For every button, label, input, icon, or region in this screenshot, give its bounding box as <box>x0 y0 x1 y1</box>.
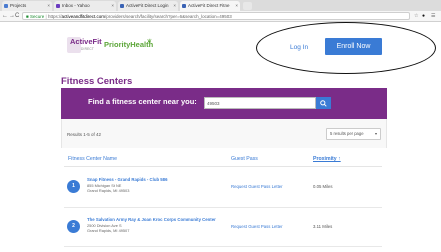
star-icon[interactable]: ☆ <box>414 13 418 20</box>
browser-address-bar: ← → C ■ Secure | https://activeandfitdir… <box>0 11 441 22</box>
circle-icon[interactable]: ● <box>422 13 425 20</box>
tab-favicon-icon <box>120 4 124 8</box>
row-divider <box>64 207 382 208</box>
fitness-center-name-link[interactable]: The Salvation Army Ray & Joan Kroc Corps… <box>87 217 216 222</box>
address-line: Grand Rapids, MI 49503 <box>87 188 130 193</box>
per-page-value: 5 results per page <box>330 131 364 136</box>
result-number-badge: 2 <box>67 220 80 233</box>
column-header-guest-pass[interactable]: Guest Pass <box>231 156 258 162</box>
activefit-logo[interactable]: ActiveFit <box>70 37 102 47</box>
results-count: Results 1-5 of 42 <box>67 132 102 137</box>
tab-label: ActiveFit Direct Login <box>126 3 169 8</box>
zip-search-input[interactable] <box>204 97 316 109</box>
search-icon <box>320 100 327 107</box>
leaf-icon: ❦ <box>147 39 153 45</box>
fitness-center-name-link[interactable]: Snap Fitness - Grand Rapids - Club 586 <box>87 177 167 182</box>
results-per-page-select[interactable]: 5 results per page ▾ <box>326 128 381 140</box>
url-host: activeandfitdirect.com <box>61 14 105 19</box>
close-tab-icon[interactable]: × <box>47 1 50 11</box>
tab-label: ActiveFit Direct Fitne <box>188 3 230 8</box>
logo-tagline: DIRECT <box>81 47 95 51</box>
new-tab-button[interactable] <box>243 2 252 10</box>
row-divider <box>64 246 382 247</box>
url-protocol: https:// <box>47 14 62 19</box>
browser-tab-active[interactable]: ActiveFit Direct Fitne × <box>180 1 240 11</box>
reload-icon[interactable]: C <box>15 12 19 21</box>
tab-favicon-icon <box>4 4 8 8</box>
enroll-now-button[interactable]: Enroll Now <box>325 38 382 55</box>
distance-value: 3.11 Miles <box>313 224 333 229</box>
chevron-down-icon: ▾ <box>374 131 377 136</box>
menu-icon[interactable]: ☰ <box>431 13 435 20</box>
url-input[interactable]: ■ Secure | https://activeandfitdirect.co… <box>22 12 410 20</box>
tab-favicon-icon <box>56 4 60 8</box>
page-title: Fitness Centers <box>61 76 133 87</box>
close-tab-icon[interactable]: × <box>235 1 238 11</box>
browser-tab[interactable]: ActiveFit Direct Login × <box>118 1 178 11</box>
tab-favicon-icon <box>182 4 186 8</box>
search-label: Find a fitness center near you: <box>88 97 197 106</box>
tab-label: Projects <box>10 3 27 8</box>
tab-label: Inbox - Yahoo <box>62 3 90 8</box>
priorityhealth-logo: PriorityHealth <box>104 40 154 49</box>
lock-icon: ■ <box>26 14 29 19</box>
close-tab-icon[interactable]: × <box>173 1 176 11</box>
login-link[interactable]: Log In <box>290 44 308 51</box>
guest-pass-link[interactable]: Request Guest Pass Letter <box>231 224 283 229</box>
result-number-badge: 1 <box>67 180 80 193</box>
column-header-proximity[interactable]: Proximity ↑ <box>313 156 341 162</box>
header-divider <box>64 166 382 167</box>
back-icon[interactable]: ← <box>2 12 8 21</box>
url-path: /providers/search/facility/search?per=6&… <box>104 14 232 19</box>
browser-tab[interactable]: Inbox - Yahoo × <box>54 1 116 11</box>
search-button[interactable] <box>316 97 331 109</box>
browser-tab-bar: Projects × Inbox - Yahoo × ActiveFit Dir… <box>0 0 441 11</box>
secure-label: Secure <box>29 14 45 19</box>
close-tab-icon[interactable]: × <box>111 1 114 11</box>
browser-tab[interactable]: Projects × <box>2 1 52 11</box>
column-header-name[interactable]: Fitness Center Name <box>68 156 117 162</box>
address-line: Grand Rapids, MI 49507 <box>87 228 130 233</box>
guest-pass-link[interactable]: Request Guest Pass Letter <box>231 184 283 189</box>
distance-value: 0.05 Miles <box>313 184 333 189</box>
